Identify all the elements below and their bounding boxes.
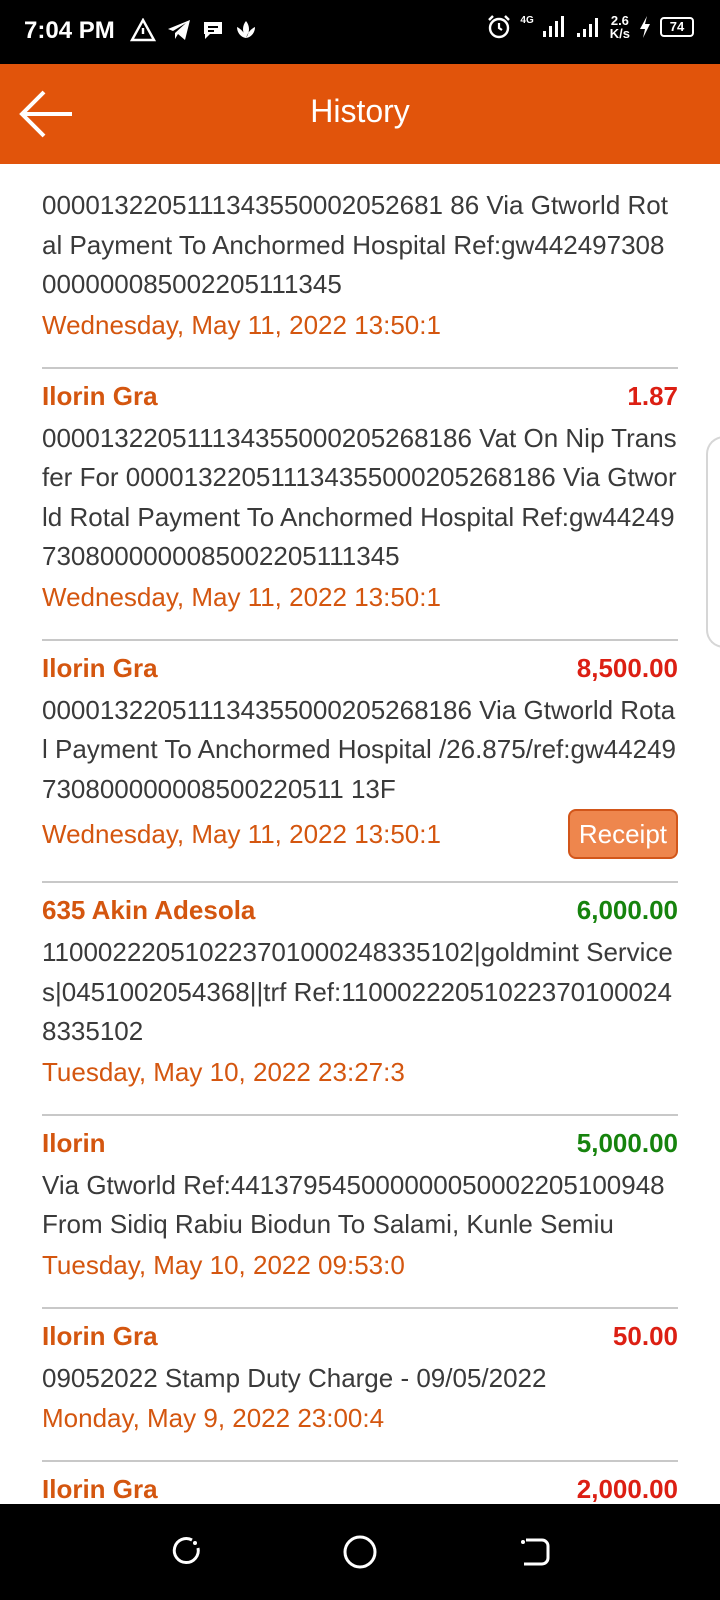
transaction-description: 000013220511134355000205268186 Vat On Ni… <box>42 422 677 572</box>
side-panel-handle[interactable] <box>706 436 720 648</box>
transaction-description: 0000132205111343550002052681 86 Via Gtwo… <box>42 190 668 299</box>
notification-icons <box>130 18 258 42</box>
system-nav-bar <box>0 1504 720 1600</box>
recent-apps-icon <box>172 1537 200 1564</box>
transaction-amount: 50.00 <box>612 1320 678 1351</box>
telegram-icon <box>168 20 190 40</box>
transaction-amount: 8,500.00 <box>576 652 678 683</box>
transaction-amount: 5,000.00 <box>576 1127 678 1158</box>
transaction-header <box>42 164 678 186</box>
transaction-header: Ilorin Gra 2,000.00 <box>42 1474 678 1504</box>
transaction-name: Ilorin Gra <box>42 652 158 683</box>
transaction-footer: Wednesday, May 11, 2022 13:50:1 <box>42 577 678 617</box>
transaction-description: 09052022 Stamp Duty Charge - 09/05/2022 <box>42 1362 547 1393</box>
transaction-description: Via Gtworld Ref:441379545000000050002205… <box>42 1169 665 1240</box>
battery-icon: 74 <box>660 17 694 37</box>
transaction-name: Ilorin Gra <box>42 1474 158 1504</box>
transaction-footer: Tuesday, May 10, 2022 23:27:3 <box>42 1052 678 1092</box>
transaction-header: Ilorin 5,000.00 <box>42 1128 678 1166</box>
transaction-date: Wednesday, May 11, 2022 13:50:1 <box>42 819 441 849</box>
transaction-date: Monday, May 9, 2022 23:00:4 <box>42 1403 385 1433</box>
transaction-item[interactable]: 635 Akin Adesola 6,000.00 1100022205102237… <box>42 883 678 1116</box>
status-bar: 7:04 PM 4G 2.6 K/s 74 <box>0 0 720 64</box>
alert-triangle-icon <box>130 18 156 42</box>
transaction-amount: 2,000.00 <box>576 1474 678 1504</box>
transaction-item[interactable]: Ilorin Gra 50.00 09052022 Stamp Duty Charg… <box>42 1309 678 1462</box>
network-speed: 2.6 K/s <box>610 14 630 40</box>
transaction-list: 0000132205111343550002052681 86 Via Gtwo… <box>42 164 678 1504</box>
transaction-name: Ilorin Gra <box>42 380 158 411</box>
network-speed-unit: K/s <box>609 26 630 41</box>
transaction-name: Ilorin <box>42 1127 106 1158</box>
charging-icon <box>640 16 650 38</box>
signal-icon-2 <box>576 18 598 37</box>
transaction-footer: Monday, May 9, 2022 23:00:4 <box>42 1398 678 1438</box>
transaction-header: Ilorin Gra 8,500.00 <box>42 653 678 691</box>
transaction-date: Tuesday, May 10, 2022 09:53:0 <box>42 1249 405 1280</box>
transaction-date: Wednesday, May 11, 2022 13:50:1 <box>42 581 441 612</box>
transaction-item[interactable]: Ilorin 5,000.00 Via Gtworld Ref:4413795450… <box>42 1116 678 1309</box>
app-bar: History <box>0 64 720 164</box>
transaction-name: 635 Akin Adesola <box>42 895 256 925</box>
transaction-amount: 6,000.00 <box>576 895 678 925</box>
back-nav-button[interactable] <box>516 1534 552 1570</box>
transaction-footer: Wednesday, May 11, 2022 13:50:1 <box>42 305 678 345</box>
lotus-icon <box>237 21 255 38</box>
home-button[interactable] <box>340 1532 380 1572</box>
status-time: 7:04 PM <box>24 17 115 44</box>
transaction-description: 110002220510223701000248335102|goldmint … <box>42 937 673 1046</box>
transaction-date: Wednesday, May 11, 2022 13:50:1 <box>42 309 441 340</box>
back-nav-icon <box>521 1538 550 1566</box>
receipt-button[interactable]: Receipt <box>567 809 678 859</box>
network-type: 4G <box>520 15 534 26</box>
page-title: History <box>310 93 410 129</box>
transaction-item[interactable]: 0000132205111343550002052681 86 Via Gtwo… <box>42 164 678 369</box>
status-right-icons: 4G 2.6 K/s 74 <box>486 14 694 40</box>
transaction-date: Tuesday, May 10, 2022 23:27:3 <box>42 1056 405 1087</box>
transaction-header: 635 Akin Adesola 6,000.00 <box>42 895 678 933</box>
transaction-description: 000013220511134355000205268186 Via Gtwor… <box>42 694 677 804</box>
transaction-item[interactable]: Ilorin Gra 2,000.00 <box>42 1462 678 1504</box>
transaction-item[interactable]: Ilorin Gra 1.87 00001322051113435500020526… <box>42 369 678 641</box>
home-icon <box>343 1535 377 1569</box>
transaction-footer: Wednesday, May 11, 2022 13:50:1 Receipt <box>42 809 678 859</box>
signal-icon <box>542 16 564 37</box>
transaction-amount: 1.87 <box>627 380 678 411</box>
alarm-icon <box>488 15 511 39</box>
recent-apps-button[interactable] <box>168 1534 204 1570</box>
transaction-name: Ilorin Gra <box>42 1320 158 1351</box>
transaction-footer: Tuesday, May 10, 2022 09:53:0 <box>42 1245 678 1285</box>
transaction-item[interactable]: Ilorin Gra 8,500.00 0000132205111343550002… <box>42 641 678 883</box>
transaction-header: Ilorin Gra 1.87 <box>42 381 678 419</box>
message-icon <box>204 22 222 39</box>
history-list[interactable]: 0000132205111343550002052681 86 Via Gtwo… <box>0 164 720 1504</box>
transaction-header: Ilorin Gra 50.00 <box>42 1321 678 1359</box>
